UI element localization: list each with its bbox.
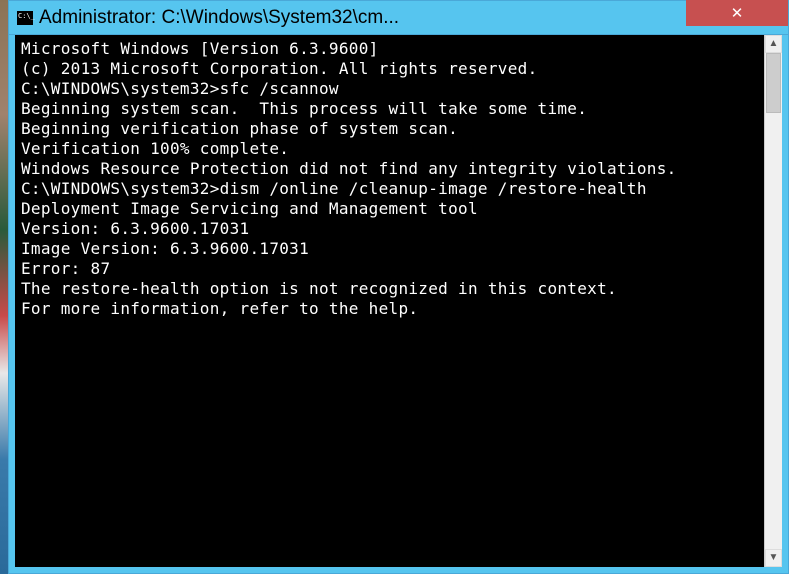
chevron-up-icon: ▲ [769,39,779,49]
scroll-up-button[interactable]: ▲ [765,35,782,53]
titlebar[interactable]: Administrator: C:\Windows\System32\cm...… [9,1,788,35]
scroll-down-button[interactable]: ▼ [765,549,782,567]
window-controls: ✕ [686,1,788,34]
console-line: Image Version: 6.3.9600.17031 [21,239,758,259]
console-line: Error: 87 [21,259,758,279]
console-line: (c) 2013 Microsoft Corporation. All righ… [21,59,758,79]
desktop-edge [0,0,8,574]
console-line: Verification 100% complete. [21,139,758,159]
console-line: Windows Resource Protection did not find… [21,159,758,179]
console-line: For more information, refer to the help. [21,299,758,319]
console-line: Beginning verification phase of system s… [21,119,758,139]
window-title: Administrator: C:\Windows\System32\cm... [39,7,686,29]
console-output[interactable]: Microsoft Windows [Version 6.3.9600](c) … [15,35,764,567]
close-button[interactable]: ✕ [686,0,788,26]
console-line: Beginning system scan. This process will… [21,99,758,119]
close-icon: ✕ [731,4,744,22]
console-line: C:\WINDOWS\system32>dism /online /cleanu… [21,179,758,199]
scroll-track[interactable] [765,53,782,549]
cmd-window: Administrator: C:\Windows\System32\cm...… [8,0,789,574]
console-line: C:\WINDOWS\system32>sfc /scannow [21,79,758,99]
console-line: Version: 6.3.9600.17031 [21,219,758,239]
console-line: The restore-health option is not recogni… [21,279,758,299]
console-line: Microsoft Windows [Version 6.3.9600] [21,39,758,59]
console-area: Microsoft Windows [Version 6.3.9600](c) … [15,35,782,567]
cmd-icon [17,11,33,25]
scroll-thumb[interactable] [766,53,781,113]
vertical-scrollbar[interactable]: ▲ ▼ [764,35,782,567]
chevron-down-icon: ▼ [769,553,779,563]
console-line: Deployment Image Servicing and Managemen… [21,199,758,219]
